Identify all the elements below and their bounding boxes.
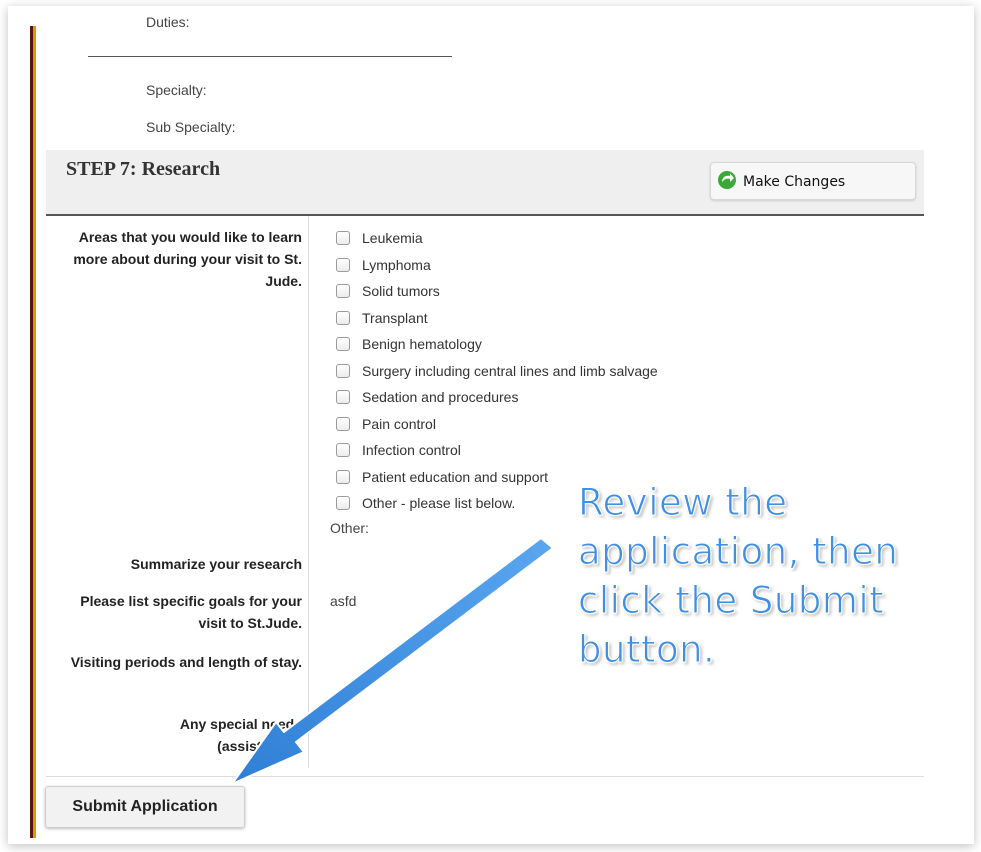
areas-checkbox-list: Leukemia Lymphoma Solid tumors Transplan… xyxy=(336,225,658,517)
green-curved-arrow-icon xyxy=(718,171,736,189)
goals-label: Please list specific goals for your visi… xyxy=(80,593,302,631)
make-changes-label: Make Changes xyxy=(743,174,846,190)
column-divider xyxy=(308,216,309,768)
step-header: STEP 7: Research Make Changes xyxy=(46,150,924,216)
checkbox[interactable] xyxy=(336,257,350,272)
checkbox-item[interactable]: Leukemia xyxy=(336,225,658,252)
checkbox-label: Leukemia xyxy=(362,230,423,247)
checkbox[interactable] xyxy=(336,231,350,246)
checkbox-item[interactable]: Lymphoma xyxy=(336,252,658,279)
checkbox[interactable] xyxy=(336,496,350,511)
checkbox-label: Benign hematology xyxy=(362,336,482,353)
checkbox[interactable] xyxy=(336,363,350,378)
checkbox-item[interactable]: Transplant xyxy=(336,305,658,332)
goals-value: asfd xyxy=(330,593,357,609)
specialty-label: Specialty: xyxy=(146,82,207,98)
checkbox-label: Infection control xyxy=(362,442,461,459)
other-label: Other: xyxy=(330,520,369,536)
checkbox[interactable] xyxy=(336,443,350,458)
checkbox-label: Other - please list below. xyxy=(362,495,516,512)
summarize-label: Summarize your research xyxy=(130,556,302,572)
submit-application-button[interactable]: Submit Application xyxy=(45,786,245,828)
make-changes-button[interactable]: Make Changes xyxy=(710,162,916,200)
areas-label: Areas that you would like to learn more … xyxy=(52,226,302,292)
checkbox-label: Sedation and procedures xyxy=(362,389,519,406)
visiting-label: Visiting periods and length of stay. xyxy=(70,654,302,670)
checkbox-label: Solid tumors xyxy=(362,283,440,300)
step-title: STEP 7: Research xyxy=(66,158,221,180)
checkbox-item[interactable]: Infection control xyxy=(336,437,658,464)
checkbox[interactable] xyxy=(336,469,350,484)
checkbox-label: Surgery including central lines and limb… xyxy=(362,362,658,379)
checkbox-item[interactable]: Benign hematology xyxy=(336,331,658,358)
duties-label: Duties: xyxy=(146,14,190,30)
annotation-callout-text: Review the application, then click the S… xyxy=(578,481,899,672)
checkbox[interactable] xyxy=(336,390,350,405)
special-needs-label: Any special needs (assistance). xyxy=(179,716,302,754)
checkbox-item[interactable]: Pain control xyxy=(336,411,658,438)
checkbox-item[interactable]: Surgery including central lines and limb… xyxy=(336,358,658,385)
areas-label-text: Areas that you would like to learn more … xyxy=(73,229,302,289)
sub-specialty-label: Sub Specialty: xyxy=(146,119,236,135)
checkbox-label: Pain control xyxy=(362,415,436,432)
form-bottom-divider xyxy=(46,776,924,777)
checkbox[interactable] xyxy=(336,416,350,431)
checkbox-label: Transplant xyxy=(362,309,428,326)
checkbox[interactable] xyxy=(336,284,350,299)
checkbox-item[interactable]: Solid tumors xyxy=(336,278,658,305)
duties-underline xyxy=(88,56,452,57)
checkbox[interactable] xyxy=(336,337,350,352)
checkbox-item[interactable]: Sedation and procedures xyxy=(336,384,658,411)
checkbox-label: Patient education and support xyxy=(362,468,549,485)
checkbox[interactable] xyxy=(336,310,350,325)
side-accent-bar xyxy=(30,26,36,838)
checkbox-label: Lymphoma xyxy=(362,256,431,273)
